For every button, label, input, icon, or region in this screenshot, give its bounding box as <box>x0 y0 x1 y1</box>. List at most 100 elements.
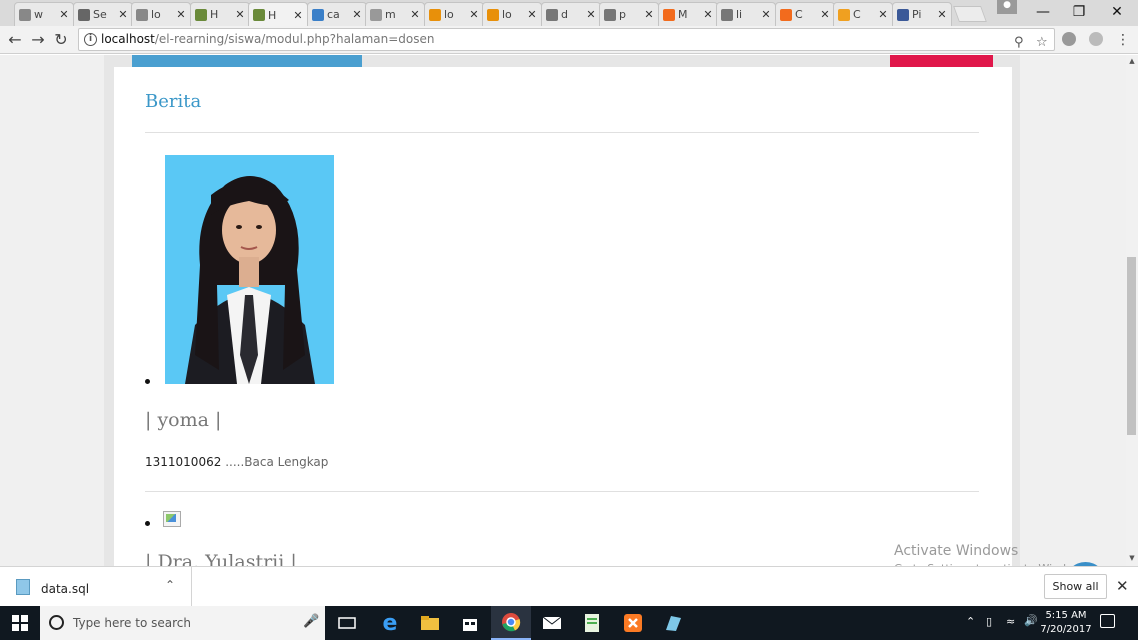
browser-tab[interactable]: lo ✕ <box>131 2 191 26</box>
browser-tab[interactable]: M ✕ <box>658 2 718 26</box>
taskbar-search[interactable]: Type here to search 🎤 <box>40 606 325 640</box>
bookmark-star-icon[interactable]: ☆ <box>1036 32 1048 53</box>
back-icon[interactable]: ← <box>4 29 26 51</box>
tab-title: p <box>619 8 626 21</box>
wym-icon <box>370 8 382 21</box>
tab-close-icon[interactable]: ✕ <box>877 8 889 21</box>
task-view-icon[interactable] <box>327 606 367 640</box>
browser-tab[interactable]: ca ✕ <box>307 2 367 26</box>
tab-close-icon[interactable]: ✕ <box>234 8 246 21</box>
reload-icon[interactable]: ↻ <box>50 29 72 51</box>
mail-icon[interactable] <box>532 606 572 640</box>
restore-icon[interactable]: ❐ <box>1061 2 1097 22</box>
windows-logo-icon <box>12 615 28 631</box>
tab-close-icon[interactable]: ✕ <box>117 8 129 21</box>
profile-photo[interactable] <box>165 155 334 384</box>
battery-icon[interactable]: ▯ <box>986 615 992 628</box>
notifications-icon[interactable] <box>1100 614 1115 628</box>
browser-tab[interactable]: li ✕ <box>716 2 776 26</box>
extension-icon[interactable] <box>1089 32 1103 46</box>
browser-tab[interactable]: p ✕ <box>599 2 659 26</box>
broken-image-icon[interactable] <box>163 511 181 527</box>
tab-title: Se <box>93 8 107 21</box>
tab-close-icon[interactable]: ✕ <box>702 8 714 21</box>
download-item[interactable]: data.sql ⌃ <box>0 567 192 607</box>
wifi-icon[interactable]: ≈ <box>1006 615 1015 628</box>
browser-tab[interactable]: lo ✕ <box>482 2 542 26</box>
info-icon[interactable]: i <box>84 33 97 46</box>
page-icon <box>19 8 31 21</box>
browser-tab[interactable]: C ✕ <box>833 2 893 26</box>
browser-tab[interactable]: m ✕ <box>365 2 425 26</box>
download-filename: data.sql <box>41 582 90 596</box>
tab-title: C <box>795 8 803 21</box>
notepad-icon[interactable] <box>572 606 612 640</box>
tab-title: w <box>34 8 43 21</box>
microphone-icon[interactable]: 🎤 <box>303 614 319 629</box>
file-explorer-icon[interactable] <box>410 606 450 640</box>
show-all-button[interactable]: Show all <box>1044 574 1107 599</box>
clock[interactable]: 5:15 AM 7/20/2017 <box>1040 609 1092 637</box>
tab-close-icon[interactable]: ✕ <box>936 8 948 21</box>
browser-tab[interactable]: Se ✕ <box>73 2 133 26</box>
browser-tab[interactable]: w ✕ <box>14 2 74 26</box>
cortana-icon <box>49 615 64 630</box>
tab-title: lo <box>151 8 161 21</box>
scroll-down-icon[interactable]: ▼ <box>1126 554 1138 562</box>
tab-title: li <box>736 8 743 21</box>
start-button[interactable] <box>0 606 40 640</box>
header-accent-bar <box>890 55 993 67</box>
store-icon[interactable] <box>450 606 490 640</box>
minimize-icon[interactable]: — <box>1025 2 1061 22</box>
site-logo-icon <box>253 9 265 21</box>
tab-close-icon[interactable]: ✕ <box>643 8 655 21</box>
extension-icon[interactable] <box>1062 32 1076 46</box>
browser-tab[interactable]: d ✕ <box>541 2 601 26</box>
address-bar[interactable]: i localhost/el-rearning/siswa/modul.php?… <box>78 28 1055 51</box>
tab-close-icon[interactable]: ✕ <box>819 8 831 21</box>
browser-tab[interactable]: C ✕ <box>775 2 835 26</box>
tab-close-icon[interactable]: ✕ <box>175 8 187 21</box>
profile-icon[interactable]: ● <box>997 0 1017 14</box>
edge-icon[interactable]: e <box>370 606 410 640</box>
app-icon[interactable] <box>653 606 693 640</box>
browser-tab[interactable]: H ✕ <box>248 2 308 27</box>
xampp-icon[interactable] <box>613 606 653 640</box>
google-icon <box>721 8 733 21</box>
new-tab-button[interactable] <box>953 6 987 22</box>
chevron-up-icon[interactable]: ⌃ <box>966 615 975 628</box>
scroll-up-icon[interactable]: ▲ <box>1126 57 1138 65</box>
menu-icon[interactable]: ⋮ <box>1112 29 1134 51</box>
chevron-up-icon[interactable]: ⌃ <box>165 578 175 592</box>
toolbar: ← → ↻ i localhost/el-rearning/siswa/modu… <box>0 26 1138 54</box>
tab-close-icon[interactable]: ✕ <box>526 8 538 21</box>
close-window-icon[interactable]: ✕ <box>1099 2 1135 22</box>
zoom-icon[interactable]: ⚲ <box>1014 32 1024 53</box>
list-bullet <box>145 379 150 384</box>
browser-tab[interactable]: Pi ✕ <box>892 2 952 26</box>
scrollbar-thumb[interactable] <box>1127 257 1136 435</box>
browser-tab[interactable]: lo ✕ <box>424 2 484 26</box>
header-accent-bar <box>132 55 362 67</box>
forward-icon[interactable]: → <box>27 29 49 51</box>
clock-time: 5:15 AM <box>1045 610 1087 621</box>
downloads-bar: data.sql ⌃ Show all ✕ <box>0 566 1138 607</box>
chrome-icon[interactable] <box>491 606 531 640</box>
volume-icon[interactable]: 🔊 <box>1024 614 1038 627</box>
tab-close-icon[interactable]: ✕ <box>468 8 480 21</box>
entry-name: | Dra. Yulastrii | <box>145 551 297 566</box>
tab-close-icon[interactable]: ✕ <box>409 8 421 21</box>
tab-close-icon[interactable]: ✕ <box>292 9 304 22</box>
google-icon <box>546 8 558 21</box>
tab-close-icon[interactable]: ✕ <box>760 8 772 21</box>
close-icon[interactable]: ✕ <box>1116 577 1129 595</box>
tab-close-icon[interactable]: ✕ <box>351 8 363 21</box>
browser-tab[interactable]: H ✕ <box>190 2 250 26</box>
xampp-icon <box>429 8 441 21</box>
u-icon <box>838 8 850 21</box>
file-icon <box>16 579 30 595</box>
read-more-link[interactable]: .....Baca Lengkap <box>225 455 328 469</box>
tab-close-icon[interactable]: ✕ <box>585 8 597 21</box>
k-icon <box>312 8 324 21</box>
tab-close-icon[interactable]: ✕ <box>58 8 70 21</box>
